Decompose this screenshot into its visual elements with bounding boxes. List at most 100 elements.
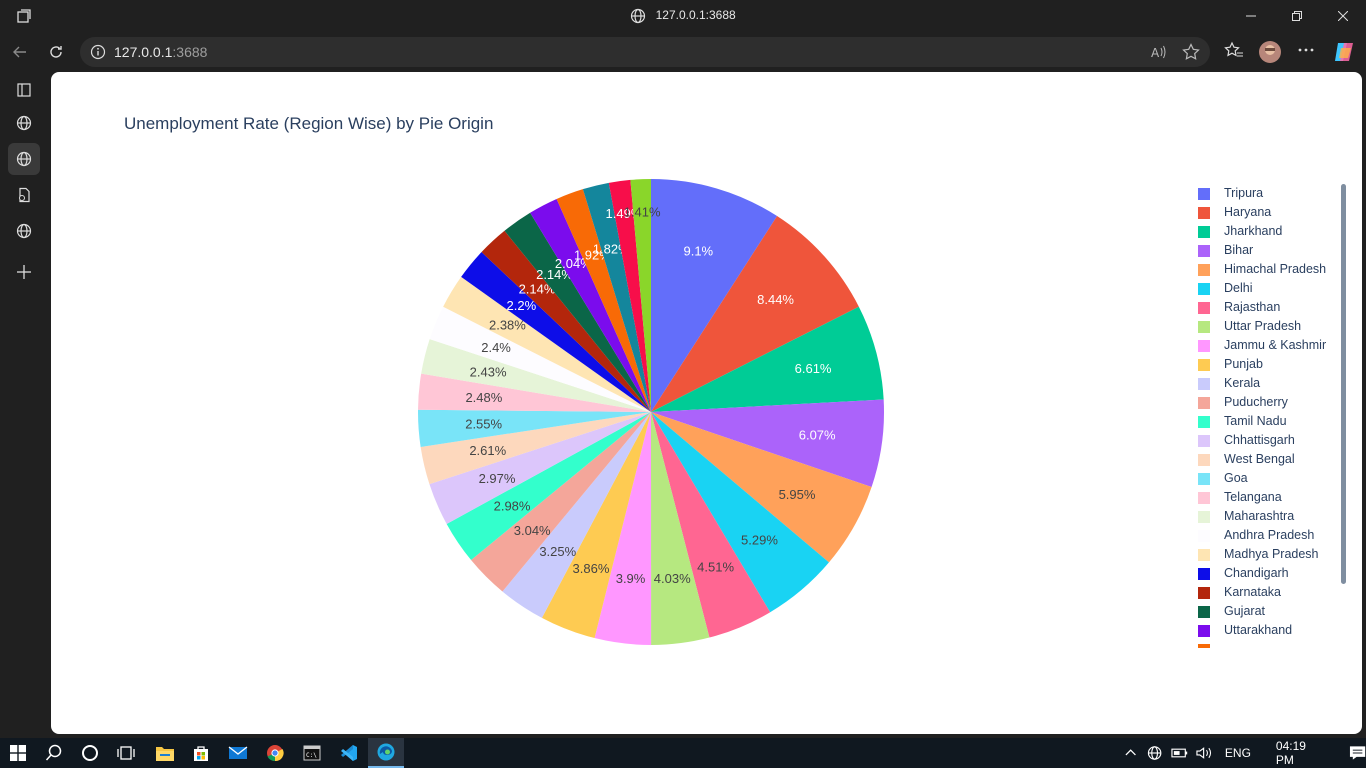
more-options-icon[interactable] — [1297, 40, 1315, 60]
svg-text:A: A — [1151, 46, 1160, 60]
tab-globe-icon-2[interactable] — [8, 215, 40, 247]
legend-label: West Bengal — [1224, 452, 1295, 466]
favorite-star-icon[interactable] — [1182, 43, 1200, 61]
legend-item[interactable]: Uttar Pradesh — [1196, 317, 1344, 336]
profile-avatar[interactable] — [1258, 40, 1282, 64]
legend-item[interactable]: Gujarat — [1196, 602, 1344, 621]
legend-item[interactable]: Tripura — [1196, 184, 1344, 203]
pie-slice-label: 3.25% — [539, 544, 576, 559]
legend-item[interactable]: Chandigarh — [1196, 564, 1344, 583]
notifications-icon[interactable] — [1349, 745, 1366, 761]
mail-icon[interactable] — [220, 738, 256, 768]
pie-slice-label: 6.61% — [795, 361, 832, 376]
read-aloud-icon[interactable]: A — [1150, 43, 1168, 61]
legend-item[interactable]: Goa — [1196, 469, 1344, 488]
pie-slice-label: 6.07% — [799, 427, 836, 442]
legend-swatch — [1198, 283, 1210, 295]
clock-time[interactable]: 04:19 PM — [1276, 739, 1325, 767]
search-icon[interactable] — [36, 738, 72, 768]
legend-item[interactable]: Tamil Nadu — [1196, 412, 1344, 431]
store-icon[interactable] — [183, 738, 219, 768]
refresh-icon[interactable] — [45, 41, 67, 63]
window-title: 127.0.0.1:3688 — [0, 8, 1366, 24]
pie-slice-label: 2.43% — [470, 364, 507, 379]
legend-swatch — [1198, 473, 1210, 485]
window-title-text: 127.0.0.1:3688 — [655, 8, 736, 23]
legend-item[interactable]: Delhi — [1196, 279, 1344, 298]
legend-swatch — [1198, 359, 1210, 371]
pie-chart[interactable]: 9.1% 8.44% 6.61% 6.07% 5.95% 5.29% 4.51% 4.03% 3… — [51, 72, 1362, 734]
legend-item[interactable]: Puducherry — [1196, 393, 1344, 412]
legend-label: Tamil Nadu — [1224, 414, 1287, 428]
pie-slice-label: 2.97% — [479, 471, 516, 486]
language-indicator[interactable]: ENG — [1225, 746, 1251, 760]
legend-label: Andhra Pradesh — [1224, 528, 1315, 542]
url-text[interactable]: 127.0.0.1:3688 — [114, 44, 207, 60]
chart-legend[interactable]: Tripura Haryana Jharkhand Bihar Himachal Pra… — [1196, 184, 1344, 648]
windows-taskbar: C:\ ENG 04:19 PM — [0, 738, 1366, 768]
legend-swatch — [1198, 568, 1210, 580]
site-info-icon[interactable] — [90, 44, 106, 60]
legend-item[interactable]: Madhya Pradesh — [1196, 545, 1344, 564]
legend-item[interactable] — [1196, 640, 1344, 648]
legend-label: Bihar — [1224, 243, 1254, 257]
legend-item[interactable]: Jharkhand — [1196, 222, 1344, 241]
address-bar[interactable]: 127.0.0.1:3688 A — [80, 37, 1210, 67]
legend-label: Jharkhand — [1224, 224, 1283, 238]
vscode-icon[interactable] — [331, 738, 367, 768]
legend-label: Maharashtra — [1224, 509, 1295, 523]
legend-item[interactable]: West Bengal — [1196, 450, 1344, 469]
volume-icon[interactable] — [1196, 746, 1213, 760]
legend-item[interactable]: Punjab — [1196, 355, 1344, 374]
legend-label: Punjab — [1224, 357, 1263, 371]
legend-swatch — [1198, 264, 1210, 276]
legend-item[interactable]: Rajasthan — [1196, 298, 1344, 317]
legend-label: Haryana — [1224, 205, 1272, 219]
tab-panel-icon[interactable] — [8, 74, 40, 106]
legend-item[interactable]: Karnataka — [1196, 583, 1344, 602]
url-port: :3688 — [172, 44, 208, 60]
back-icon[interactable] — [9, 41, 31, 63]
network-globe-icon[interactable] — [1147, 745, 1162, 761]
chevron-up-icon[interactable] — [1124, 746, 1137, 760]
legend-item[interactable]: Maharashtra — [1196, 507, 1344, 526]
legend-item[interactable]: Himachal Pradesh — [1196, 260, 1344, 279]
battery-icon[interactable] — [1170, 746, 1188, 760]
legend-label: Uttarakhand — [1224, 623, 1293, 637]
file-explorer-icon[interactable] — [147, 738, 183, 768]
cortana-icon[interactable] — [72, 738, 108, 768]
copilot-icon[interactable] — [1332, 40, 1356, 64]
pie-slice-label: 3.9% — [616, 571, 646, 586]
legend-item[interactable]: Chhattisgarh — [1196, 431, 1344, 450]
legend-item[interactable]: Telangana — [1196, 488, 1344, 507]
legend-item[interactable]: Andhra Pradesh — [1196, 526, 1344, 545]
legend-label: Madhya Pradesh — [1224, 547, 1319, 561]
task-view-icon[interactable] — [108, 738, 144, 768]
legend-item[interactable]: Bihar — [1196, 241, 1344, 260]
restore-icon[interactable] — [1274, 0, 1320, 32]
legend-swatch — [1198, 435, 1210, 447]
tab-globe-icon-1[interactable] — [8, 107, 40, 139]
terminal-icon[interactable]: C:\ — [294, 738, 330, 768]
legend-label: Gujarat — [1224, 604, 1265, 618]
favorites-icon[interactable] — [1224, 40, 1244, 60]
pie-slice-label: 2.2% — [507, 298, 537, 313]
pie-slice-label: 3.04% — [514, 523, 551, 538]
edge-icon[interactable] — [368, 738, 404, 768]
legend-item[interactable]: Haryana — [1196, 203, 1344, 222]
legend-scrollbar[interactable] — [1341, 184, 1346, 584]
start-windows-icon[interactable] — [0, 738, 36, 768]
close-icon[interactable] — [1320, 0, 1366, 32]
new-tab-plus-icon[interactable] — [8, 256, 40, 288]
tab-file-icon[interactable] — [8, 179, 40, 211]
legend-item[interactable]: Kerala — [1196, 374, 1344, 393]
pie-slice-label: 4.51% — [697, 559, 734, 574]
legend-item[interactable]: Uttarakhand — [1196, 621, 1344, 640]
legend-item[interactable]: Jammu & Kashmir — [1196, 336, 1344, 355]
system-tray: ENG 04:19 PM — [1124, 738, 1366, 768]
tab-globe-icon-active[interactable] — [8, 143, 40, 175]
pie-slice-label: 2.98% — [494, 499, 531, 514]
pie-slice-label: 2.48% — [465, 390, 502, 405]
chrome-icon[interactable] — [257, 738, 293, 768]
minimize-icon[interactable] — [1228, 0, 1274, 32]
